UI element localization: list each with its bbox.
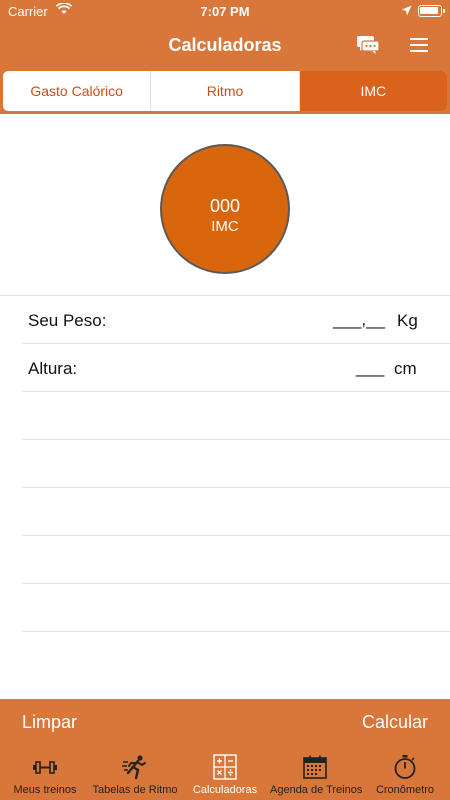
empty-row bbox=[22, 439, 450, 487]
status-bar: Carrier 7:07 PM bbox=[0, 0, 450, 22]
empty-row bbox=[22, 583, 450, 631]
height-input[interactable]: ___ bbox=[356, 358, 384, 378]
tab-tabelas-de-ritmo[interactable]: Tabelas de Ritmo bbox=[90, 746, 180, 800]
clear-button[interactable]: Limpar bbox=[22, 712, 77, 733]
tab-label: Agenda de Treinos bbox=[270, 784, 363, 796]
tab-calculadoras[interactable]: Calculadoras bbox=[180, 746, 270, 800]
segment-ritmo[interactable]: Ritmo bbox=[151, 71, 300, 111]
tab-bar: Meus treinos Tabelas de Ritmo Calculador… bbox=[0, 746, 450, 800]
weight-row: Seu Peso: ___,__ Kg bbox=[0, 295, 450, 343]
height-row: Altura: ___ cm bbox=[22, 343, 450, 391]
weight-input[interactable]: ___,__ bbox=[333, 310, 385, 330]
calculate-button[interactable]: Calcular bbox=[362, 712, 428, 733]
empty-row bbox=[22, 535, 450, 583]
stopwatch-icon bbox=[391, 754, 419, 780]
segment-imc[interactable]: IMC bbox=[299, 71, 447, 111]
action-bar: Limpar Calcular bbox=[0, 699, 450, 746]
tab-label: Calculadoras bbox=[192, 784, 258, 796]
empty-row bbox=[22, 487, 450, 535]
navigation-bar: Calculadoras bbox=[0, 22, 450, 68]
height-label: Altura: bbox=[28, 359, 78, 378]
hamburger-menu-icon[interactable] bbox=[408, 35, 430, 55]
segment-gasto-calorico[interactable]: Gasto Calórico bbox=[3, 71, 152, 111]
chat-bubbles-icon[interactable] bbox=[356, 34, 380, 56]
tab-agenda-de-treinos[interactable]: Agenda de Treinos bbox=[270, 746, 363, 800]
height-unit: cm bbox=[394, 359, 417, 378]
tab-label: Meus treinos bbox=[13, 784, 77, 796]
calculator-type-segmented-control: Gasto Calórico Ritmo IMC bbox=[2, 70, 448, 112]
calculator-icon bbox=[211, 754, 239, 780]
imc-value: 000 bbox=[209, 196, 241, 216]
imc-label: IMC bbox=[211, 218, 239, 235]
calendar-icon bbox=[301, 754, 329, 780]
battery-icon bbox=[418, 5, 445, 17]
clock: 7:07 PM bbox=[200, 4, 250, 19]
runner-icon bbox=[121, 754, 149, 780]
dumbbell-icon bbox=[31, 754, 59, 780]
imc-result-circle: 000 IMC bbox=[160, 144, 290, 274]
empty-row bbox=[22, 631, 450, 679]
page-title: Calculadoras bbox=[168, 35, 282, 55]
input-form: Seu Peso: ___,__ Kg Altura: ___ cm bbox=[0, 295, 450, 679]
location-arrow-icon bbox=[401, 4, 412, 19]
tab-meus-treinos[interactable]: Meus treinos bbox=[0, 746, 90, 800]
empty-row bbox=[22, 391, 450, 439]
tab-label: Cronômetro bbox=[375, 784, 435, 796]
weight-unit: Kg bbox=[397, 311, 418, 330]
weight-label: Seu Peso: bbox=[28, 311, 107, 330]
tab-cronometro[interactable]: Cronômetro bbox=[360, 746, 450, 800]
tab-label: Tabelas de Ritmo bbox=[92, 784, 178, 796]
